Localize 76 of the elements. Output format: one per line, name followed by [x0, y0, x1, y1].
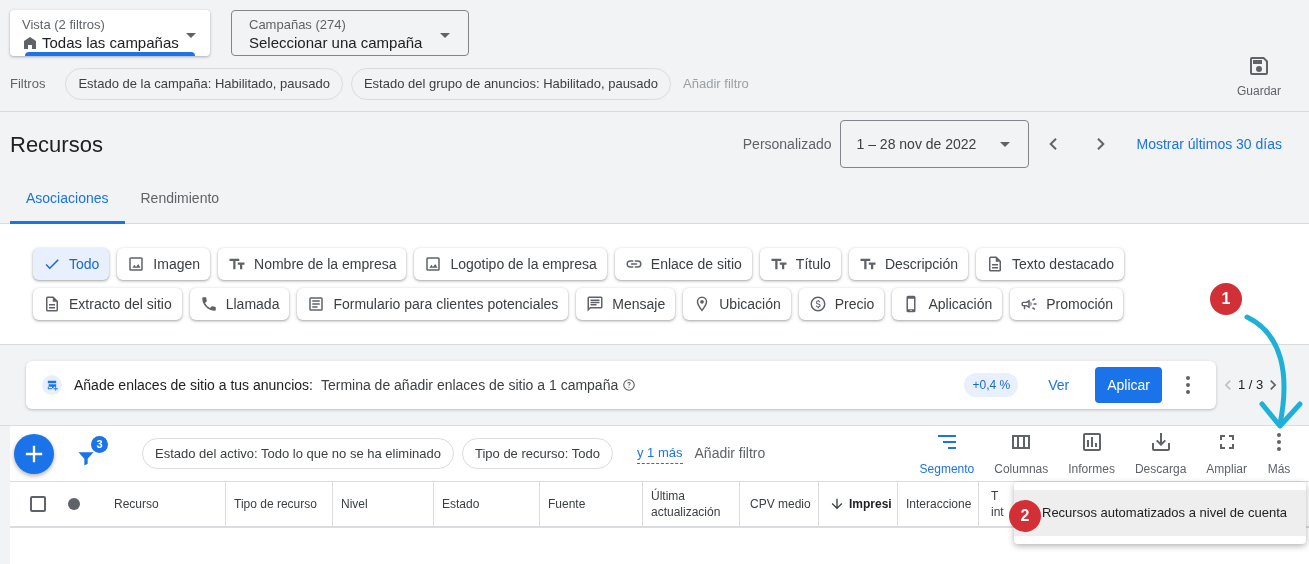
uplift-badge: +0,4 % [964, 373, 1019, 397]
column-header[interactable]: Estado [433, 482, 539, 526]
megaphone-icon [1020, 295, 1039, 313]
chevron-left-icon [1048, 138, 1057, 150]
column-header[interactable]: Tipo de recurso [225, 482, 332, 526]
document-icon [986, 255, 1004, 273]
date-range-dropdown[interactable]: 1 – 28 nov de 2022 [839, 120, 1029, 168]
asset-type-chip[interactable]: Formulario para clientes potenciales [297, 288, 569, 320]
asset-type-chip[interactable]: Título [759, 248, 841, 280]
date-range-link[interactable]: Mostrar últimos 30 días [1136, 133, 1282, 155]
view-button[interactable]: Ver [1034, 367, 1084, 403]
filter-count-badge: 3 [91, 435, 108, 453]
caret-icon [999, 141, 1010, 147]
asset-type-chip[interactable]: Llamada [189, 288, 290, 320]
asset-type-chip[interactable]: Promoción [1010, 288, 1124, 320]
dropdown-value: Seleccionar una campaña [249, 33, 424, 53]
column-header[interactable]: Recurso [100, 482, 225, 526]
toolbar-button[interactable]: Segmento [909, 429, 985, 478]
filters-label: Filtros [10, 75, 46, 93]
image-icon [424, 255, 443, 273]
recommendation-text: Termina de añadir enlaces de sitio a 1 campaña [320, 375, 619, 395]
pager-text: 1 / 3 [1238, 376, 1264, 395]
toolbar-button[interactable]: Informes [1058, 429, 1125, 478]
dollar-coin-icon [808, 295, 827, 313]
chevron-right-icon [1096, 138, 1105, 150]
asset-type-chip[interactable]: Ubicación [683, 288, 791, 320]
more-vertical-icon [1277, 432, 1281, 451]
asset-type-chip[interactable]: Todo [33, 248, 110, 280]
toolbar-button[interactable]: Columnas [984, 429, 1059, 478]
asset-type-chip[interactable]: Mensaje [576, 288, 676, 320]
asset-type-chip[interactable]: Descripción [848, 248, 968, 280]
help-icon [622, 378, 637, 392]
dropdown-label: Campañas (274) [249, 17, 347, 33]
more-filters-link[interactable]: y 1 más [637, 443, 683, 464]
more-vertical-icon [1186, 376, 1190, 394]
home-icon [22, 35, 38, 51]
asset-type-chip[interactable]: Logotipo de la empresa [414, 248, 607, 280]
campaign-dropdown[interactable]: Campañas (274) Seleccionar una campaña [231, 10, 469, 56]
document-icon [43, 295, 61, 313]
column-header[interactable]: Fuente [539, 482, 642, 526]
column-header[interactable]: Última actualización [642, 482, 739, 526]
asset-type-chip[interactable]: Aplicación [892, 288, 1003, 320]
caret-icon [186, 32, 196, 38]
asset-type-chip[interactable]: Imagen [117, 248, 211, 280]
asset-type-chip[interactable]: Enlace de sitio [614, 248, 752, 280]
filter-button[interactable]: 3 [72, 435, 108, 472]
add-button[interactable] [14, 433, 54, 474]
recommendation-title: Añade enlaces de sitio a tus anuncios: [74, 375, 313, 395]
save-icon [1247, 54, 1271, 78]
date-range-label: Personalizado [742, 134, 832, 154]
column-header[interactable]: Nivel [332, 482, 433, 526]
column-header[interactable]: Impresi [818, 482, 897, 526]
asset-type-chip[interactable]: Texto destacado [976, 248, 1124, 280]
message-icon [586, 295, 605, 313]
save-button[interactable]: Guardar [1229, 54, 1289, 100]
toolbar-button[interactable]: Descarga [1124, 429, 1197, 478]
toolbar-button[interactable]: Ampliar [1196, 429, 1257, 478]
asset-type-chip[interactable]: Precio [798, 288, 885, 320]
add-filter-button[interactable]: Añadir filtro [694, 443, 766, 464]
asset-type-chip[interactable]: Nombre de la empresa [218, 248, 407, 280]
view-dropdown[interactable]: Vista (2 filtros) Todas las campañas [10, 10, 210, 56]
image-icon [127, 255, 146, 273]
column-header[interactable]: CPV medio [739, 482, 818, 526]
asset-type-chip[interactable]: Extracto del sitio [33, 288, 182, 320]
toolbar-button[interactable]: Más [1257, 429, 1301, 478]
tab[interactable]: Rendimiento [124, 176, 236, 224]
page-title: Recursos [10, 130, 103, 159]
list-icon [307, 295, 326, 313]
apply-button[interactable]: Aplicar [1095, 367, 1162, 403]
select-all-checkbox[interactable] [30, 496, 46, 512]
phone-icon [199, 295, 218, 313]
dropdown-value: Todas las campañas [42, 33, 179, 53]
column-header[interactable]: Interaccione [897, 482, 978, 526]
calendar-add-icon [42, 375, 62, 395]
caret-icon [440, 32, 450, 38]
dropdown-label: Vista (2 filtros) [22, 17, 106, 33]
